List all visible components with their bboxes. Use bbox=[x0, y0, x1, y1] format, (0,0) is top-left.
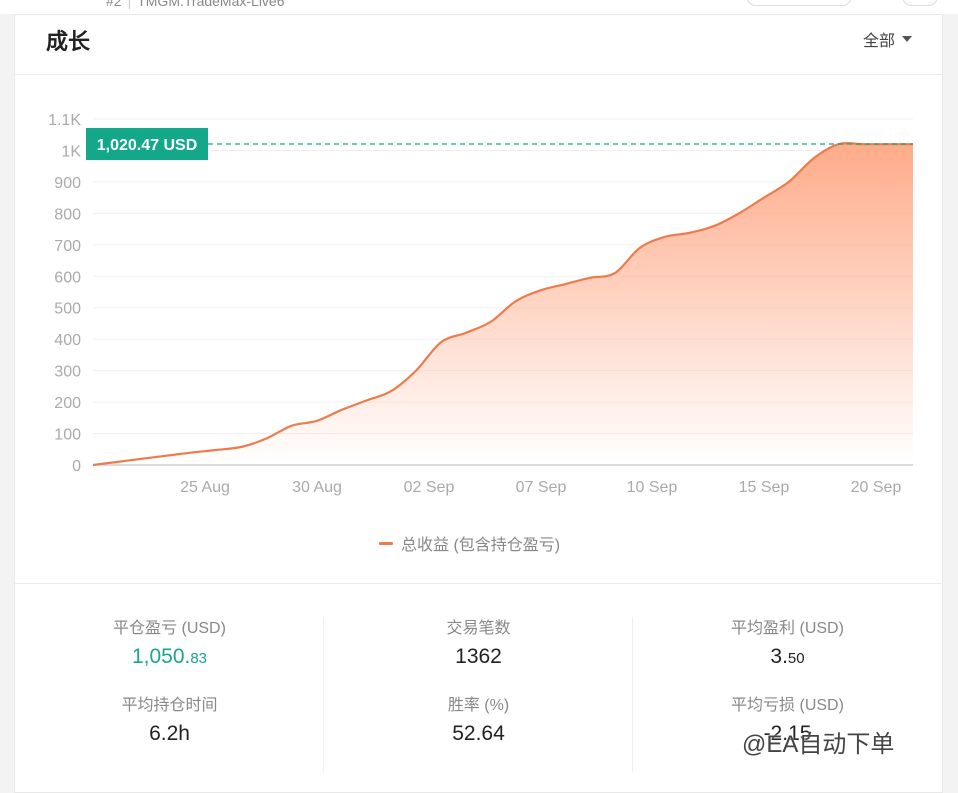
growth-chart[interactable]: 0 100 200 300 400 500 600 700 800 900 1K 1.1K 25 Aug… bbox=[1, 1, 958, 561]
stat-value: 1,050.83 bbox=[131, 645, 208, 668]
legend-label: 总收益 (包含持仓盈亏) bbox=[401, 537, 561, 554]
y-tick-label: 900 bbox=[54, 175, 81, 192]
stat-avg-hold-time: 平均持仓时间 6.2h bbox=[15, 696, 324, 748]
stat-closed-pl: 平仓盈亏 (USD) 1,050.83 bbox=[15, 619, 324, 673]
stat-label: 平均持仓时间 bbox=[121, 697, 218, 714]
x-tick-label: 02 Sep bbox=[404, 479, 455, 496]
stat-value: 1362 bbox=[455, 645, 502, 668]
y-tick-label: 700 bbox=[54, 238, 81, 255]
stats-divider bbox=[15, 583, 942, 584]
stat-label: 胜率 (%) bbox=[447, 697, 510, 714]
watermark: @EA自动下单 bbox=[742, 731, 895, 758]
stat-value: 52.64 bbox=[452, 722, 505, 745]
x-tick-label: 20 Sep bbox=[851, 479, 902, 496]
growth-card: 成长 全部 0 100 200 300 400 500 600 700 800 900 1K 1.1K… bbox=[14, 14, 943, 793]
y-tick-label: 300 bbox=[54, 364, 81, 381]
y-tick-label: 500 bbox=[54, 301, 81, 318]
y-tick-label: 400 bbox=[54, 332, 81, 349]
series-area bbox=[93, 143, 913, 465]
legend-swatch bbox=[379, 541, 393, 545]
y-tick-label: 600 bbox=[54, 269, 81, 286]
stat-label: 平均盈利 (USD) bbox=[731, 620, 844, 637]
stat-value: 6.2h bbox=[149, 722, 190, 745]
y-tick-label: 1.1K bbox=[48, 112, 81, 129]
stat-value: 3.50 bbox=[770, 645, 805, 668]
stat-trades: 交易笔数 1362 bbox=[324, 619, 633, 671]
y-tick-label: 100 bbox=[54, 427, 81, 444]
x-tick-label: 30 Aug bbox=[292, 479, 342, 496]
y-tick-label: 200 bbox=[54, 395, 81, 412]
chart-legend[interactable]: 总收益 (包含持仓盈亏) bbox=[379, 531, 560, 555]
x-tick-label: 25 Aug bbox=[180, 479, 230, 496]
y-tick-label: 1K bbox=[61, 143, 81, 160]
stat-label: 交易笔数 bbox=[446, 620, 511, 637]
stat-label: 平均亏损 (USD) bbox=[731, 697, 844, 714]
x-tick-label: 15 Sep bbox=[739, 479, 790, 496]
stat-win-rate: 胜率 (%) 52.64 bbox=[324, 696, 633, 748]
stat-label: 平仓盈亏 (USD) bbox=[113, 620, 226, 637]
stat-avg-profit: 平均盈利 (USD) 3.50 bbox=[633, 619, 942, 673]
y-tick-label: 800 bbox=[54, 206, 81, 223]
current-value-label: 1,020.47 USD bbox=[97, 137, 198, 154]
x-tick-label: 07 Sep bbox=[516, 479, 567, 496]
y-tick-label: 0 bbox=[72, 458, 81, 475]
x-tick-label: 10 Sep bbox=[627, 479, 678, 496]
